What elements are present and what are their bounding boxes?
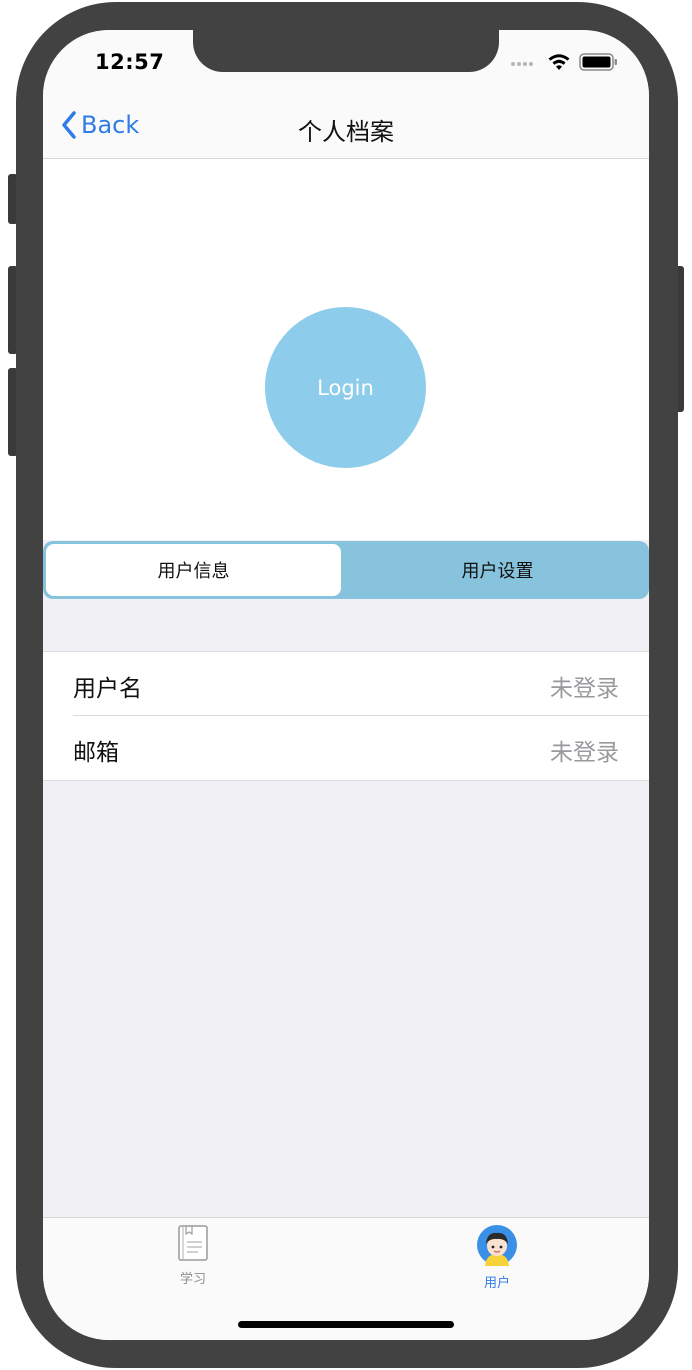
segment-user-info-label: 用户信息 xyxy=(157,561,230,582)
table-row-username[interactable]: 用户名 未登录 xyxy=(43,652,649,716)
tab-user[interactable]: 用户 xyxy=(457,1224,537,1291)
username-value: 未登录 xyxy=(550,676,619,702)
tab-study-label: 学习 xyxy=(179,1272,206,1287)
username-label: 用户名 xyxy=(73,676,142,702)
navigation-bar: Back 个人档案 xyxy=(43,94,649,159)
table-row-email[interactable]: 邮箱 未登录 xyxy=(43,716,649,780)
tab-study[interactable]: 学习 xyxy=(153,1224,233,1287)
user-info-table: 用户名 未登录 邮箱 未登录 xyxy=(43,651,649,781)
login-label: Login xyxy=(317,375,374,400)
battery-icon xyxy=(579,53,617,71)
tab-user-label: 用户 xyxy=(483,1276,510,1291)
cellular-signal-icon xyxy=(511,62,533,66)
segment-user-info[interactable]: 用户信息 xyxy=(46,544,341,596)
profile-header: Login xyxy=(43,159,649,540)
segment-user-settings-label: 用户设置 xyxy=(461,561,534,582)
home-indicator[interactable] xyxy=(238,1321,454,1328)
user-avatar-icon xyxy=(477,1225,517,1266)
notebook-icon xyxy=(178,1225,208,1261)
segment-user-settings[interactable]: 用户设置 xyxy=(346,541,649,599)
email-label: 邮箱 xyxy=(73,740,119,766)
phone-screen: 12:57 Back 个人档案 Login 用户信息 用户设置 用户名 未登录 … xyxy=(43,30,649,1340)
page-title: 个人档案 xyxy=(298,118,394,146)
status-time: 12:57 xyxy=(95,50,165,74)
notch xyxy=(193,30,499,72)
wifi-icon xyxy=(548,54,570,70)
email-value: 未登录 xyxy=(550,740,619,766)
segmented-control: 用户信息 用户设置 xyxy=(43,541,649,599)
login-button[interactable]: Login xyxy=(265,307,426,468)
